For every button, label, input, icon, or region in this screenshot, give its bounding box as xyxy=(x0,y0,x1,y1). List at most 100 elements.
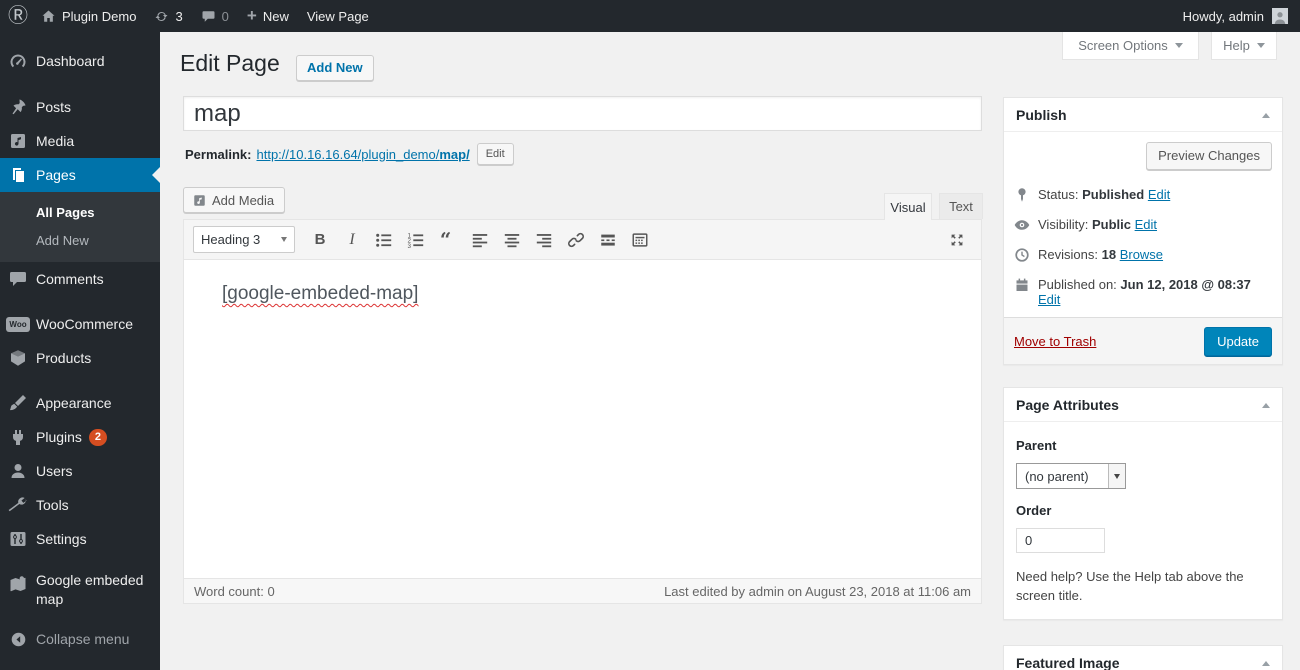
align-left-button[interactable] xyxy=(465,227,495,253)
plugin-icon xyxy=(0,427,36,447)
paragraph-format-select[interactable]: Heading 3 xyxy=(193,226,295,253)
sidebar-item-comments[interactable]: Comments xyxy=(0,262,160,296)
collapse-menu-button[interactable]: Collapse menu xyxy=(0,622,160,656)
sidebar-item-label: Appearance xyxy=(36,395,112,411)
collapse-panel-icon[interactable] xyxy=(1262,112,1270,118)
editor-content[interactable]: [google-embeded-map] xyxy=(184,260,981,578)
product-box-icon xyxy=(0,348,36,368)
sidebar-item-google-embeded-map[interactable]: Google embeded map xyxy=(0,567,160,611)
publish-panel-header[interactable]: Publish xyxy=(1004,98,1282,132)
sidebar-item-label: Posts xyxy=(36,99,72,115)
featured-image-header[interactable]: Featured Image xyxy=(1004,646,1282,670)
order-input[interactable] xyxy=(1016,528,1105,553)
pages-icon xyxy=(0,165,36,185)
sidebar-item-pages[interactable]: Pages xyxy=(0,158,160,192)
bullet-list-button[interactable] xyxy=(369,227,399,253)
browse-revisions-link[interactable]: Browse xyxy=(1120,247,1163,262)
comments-count: 0 xyxy=(221,8,229,24)
screen-options-tab[interactable]: Screen Options xyxy=(1062,32,1199,60)
menu-separator xyxy=(0,375,160,386)
comment-bubble-icon xyxy=(201,9,216,24)
add-new-page-button[interactable]: Add New xyxy=(296,55,374,81)
menu-separator xyxy=(0,611,160,622)
site-name-label: Plugin Demo xyxy=(62,8,137,24)
sidebar-item-tools[interactable]: Tools xyxy=(0,488,160,522)
preview-changes-button[interactable]: Preview Changes xyxy=(1146,142,1272,170)
insert-link-button[interactable] xyxy=(561,227,591,253)
edit-published-date-link[interactable]: Edit xyxy=(1038,292,1060,307)
numbered-list-button[interactable]: 123 xyxy=(401,227,431,253)
collapse-panel-icon[interactable] xyxy=(1262,402,1270,408)
sidebar-item-label: Dashboard xyxy=(36,53,105,69)
sidebar-item-settings[interactable]: Settings xyxy=(0,522,160,556)
screen-options-label: Screen Options xyxy=(1078,38,1168,53)
sidebar-item-products[interactable]: Products xyxy=(0,341,160,375)
updates-icon xyxy=(154,9,169,24)
new-label: New xyxy=(262,8,289,24)
user-avatar xyxy=(1272,8,1288,24)
update-button[interactable]: Update xyxy=(1204,326,1272,356)
my-account-menu[interactable]: Howdy, admin xyxy=(1171,0,1300,32)
sidebar-item-label: Comments xyxy=(36,271,104,287)
sidebar-item-label: Settings xyxy=(36,531,87,547)
sidebar-item-label: Tools xyxy=(36,497,69,513)
site-name-link[interactable]: Plugin Demo xyxy=(32,0,145,32)
editor-status-bar: Word count: 0 Last edited by admin on Au… xyxy=(184,578,981,603)
parent-page-select[interactable]: (no parent) xyxy=(1016,463,1126,489)
edit-permalink-button[interactable]: Edit xyxy=(476,143,514,165)
publish-panel-title: Publish xyxy=(1016,107,1067,123)
move-to-trash-link[interactable]: Move to Trash xyxy=(1014,334,1096,349)
new-content-menu[interactable]: + New xyxy=(238,0,298,32)
bold-button[interactable]: B xyxy=(305,227,335,253)
visual-editor-tab[interactable]: Visual xyxy=(884,193,932,220)
edit-visibility-link[interactable]: Edit xyxy=(1135,217,1157,232)
updates-link[interactable]: 3 xyxy=(145,0,191,32)
published-on-row: Published on: Jun 12, 2018 @ 08:37 Edit xyxy=(1004,270,1282,314)
blockquote-button[interactable]: “ xyxy=(433,227,463,253)
featured-image-title: Featured Image xyxy=(1016,655,1120,670)
text-editor-tab[interactable]: Text xyxy=(939,193,983,219)
sidebar-item-users[interactable]: Users xyxy=(0,454,160,488)
sidebar-item-posts[interactable]: Posts xyxy=(0,90,160,124)
sidebar-item-media[interactable]: Media xyxy=(0,124,160,158)
collapse-arrow-icon xyxy=(0,631,36,648)
edit-status-link[interactable]: Edit xyxy=(1148,187,1170,202)
submenu-item-all-pages[interactable]: All Pages xyxy=(0,199,160,227)
permalink-url-link[interactable]: http://10.16.16.64/plugin_demo/map/ xyxy=(256,147,469,162)
sidebar-item-dashboard[interactable]: Dashboard xyxy=(0,44,160,78)
collapse-panel-icon[interactable] xyxy=(1262,660,1270,666)
order-label: Order xyxy=(1016,503,1052,518)
wp-logo-menu[interactable]: Ⓡ xyxy=(0,0,32,32)
sidebar-item-label: Products xyxy=(36,350,92,366)
comments-icon xyxy=(0,269,36,289)
paintbrush-icon xyxy=(0,393,36,413)
insert-more-tag-button[interactable] xyxy=(593,227,623,253)
view-page-label: View Page xyxy=(306,8,369,24)
page-attributes-header[interactable]: Page Attributes xyxy=(1004,388,1282,422)
align-center-button[interactable] xyxy=(497,227,527,253)
sidebar-item-plugins[interactable]: Plugins 2 xyxy=(0,420,160,454)
publishing-actions: Move to Trash Update xyxy=(1004,317,1282,364)
word-count: Word count: 0 xyxy=(194,583,275,599)
italic-button[interactable]: I xyxy=(337,227,367,253)
plus-icon: + xyxy=(246,6,257,25)
align-right-button[interactable] xyxy=(529,227,559,253)
settings-sliders-icon xyxy=(0,529,36,549)
comments-link[interactable]: 0 xyxy=(192,0,238,32)
view-page-link[interactable]: View Page xyxy=(298,0,378,32)
toolbar-toggle-button[interactable] xyxy=(625,227,655,253)
page-title: Edit Page xyxy=(180,50,280,76)
add-media-button[interactable]: Add Media xyxy=(183,187,286,213)
map-pin-icon xyxy=(0,574,36,594)
svg-text:3: 3 xyxy=(407,243,411,249)
featured-image-panel: Featured Image xyxy=(1003,645,1283,670)
help-tab[interactable]: Help xyxy=(1211,32,1277,60)
add-media-label: Add Media xyxy=(212,192,275,208)
fullscreen-button[interactable] xyxy=(942,227,972,253)
post-title-input[interactable] xyxy=(183,96,982,131)
sidebar-item-woocommerce[interactable]: Woo WooCommerce xyxy=(0,307,160,341)
submenu-item-add-new[interactable]: Add New xyxy=(0,227,160,255)
shortcode-text: [google-embeded-map] xyxy=(222,283,419,304)
wrench-icon xyxy=(0,495,36,515)
sidebar-item-appearance[interactable]: Appearance xyxy=(0,386,160,420)
